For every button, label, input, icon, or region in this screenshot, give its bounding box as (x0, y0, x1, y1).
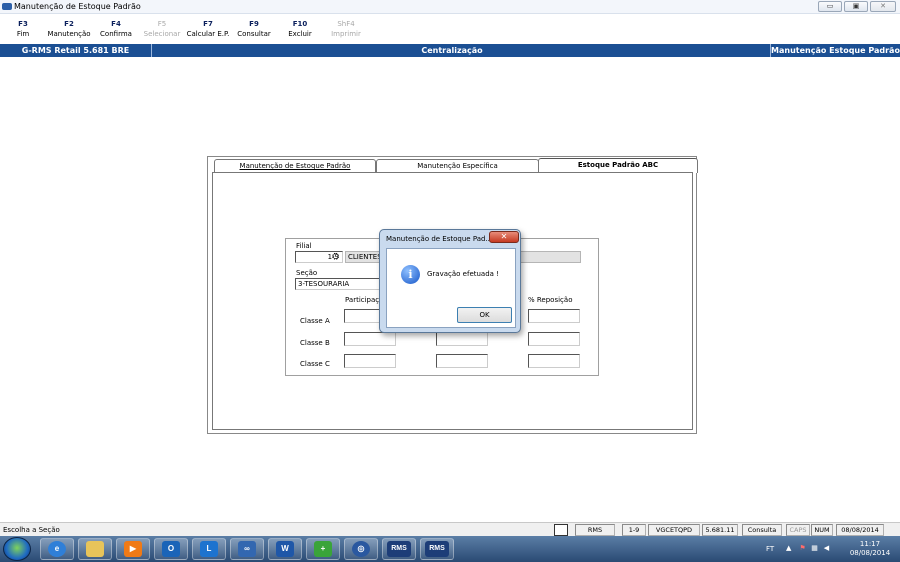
window-title-bar: Manutenção de Estoque Padrão ▭ ▣ ✕ (0, 0, 900, 14)
product-version: G-RMS Retail 5.681 BRE (0, 44, 152, 57)
status-program: VGCETQPD (648, 524, 700, 536)
lync-icon: L (200, 541, 218, 557)
status-num: NUM (811, 524, 833, 536)
taskbar-rms-1[interactable]: RMS (382, 538, 416, 560)
rms-icon: RMS (425, 541, 449, 557)
taskbar-lync[interactable]: L (192, 538, 226, 560)
status-system: RMS (575, 524, 615, 536)
selecionar-button[interactable]: F5 Selecionar (140, 19, 184, 39)
action-center-icon[interactable]: ⚑ (798, 544, 807, 552)
imprimir-button[interactable]: ShF4 Imprimir (326, 19, 366, 39)
classe-b-mid-input[interactable] (436, 332, 488, 346)
screen-name: Manutenção Estoque Padrão (770, 44, 900, 57)
tab-manutencao-especifica[interactable]: Manutenção Específica (376, 159, 539, 172)
status-caps: CAPS (786, 524, 810, 536)
filial-label: Filial (296, 242, 312, 250)
dialog-title: Manutenção de Estoque Pad... (386, 235, 493, 243)
globe-icon: ◎ (352, 541, 370, 557)
close-button[interactable]: ✕ (870, 1, 896, 12)
clock-time: 11:17 (859, 540, 881, 548)
language-indicator[interactable]: FT (766, 545, 774, 553)
minimize-button[interactable]: ▭ (818, 1, 842, 12)
show-hidden-icons[interactable]: ▲ (786, 544, 791, 552)
classe-a-label: Classe A (300, 317, 330, 325)
rms-icon: RMS (387, 541, 411, 557)
status-message: Escolha a Seção (3, 526, 60, 534)
dialog-message: Gravação efetuada ! (427, 270, 499, 278)
start-button[interactable] (3, 537, 31, 561)
classe-a-reposicao-input[interactable] (528, 309, 580, 323)
module-name: Centralização (421, 46, 483, 55)
folder-icon (86, 541, 104, 557)
classe-c-participacao-input[interactable] (344, 354, 396, 368)
taskbar-rms-2[interactable]: RMS (420, 538, 454, 560)
tab-estoque-padrao-abc[interactable]: Estoque Padrão ABC (538, 158, 698, 173)
tab-strip: Manutenção de Estoque Padrão Manutenção … (211, 158, 698, 173)
classe-c-label: Classe C (300, 360, 330, 368)
window-controls: ▭ ▣ ✕ (818, 1, 896, 12)
secao-label: Seção (296, 269, 318, 277)
taskbar: e ▶ O L ∞ W + ◎ RMS RMS FT ▲ ⚑ ▦ ◀ 11:17… (0, 536, 900, 562)
outlook-icon: O (162, 541, 180, 557)
taskbar-browser[interactable]: ◎ (344, 538, 378, 560)
calcular-ep-button[interactable]: F7 Calcular E.P. (184, 19, 232, 39)
ok-button[interactable]: OK (457, 307, 512, 323)
dialog-body: i Gravação efetuada ! OK (386, 248, 516, 328)
system-tray: FT ▲ ⚑ ▦ ◀ 11:17 08/08/2014 (760, 536, 900, 562)
binoculars-icon[interactable]: ⛭ (332, 252, 339, 262)
link-icon: ∞ (238, 541, 256, 557)
classe-b-label: Classe B (300, 339, 330, 347)
manutencao-button[interactable]: F2 Manutenção (44, 19, 94, 39)
info-icon: i (401, 265, 420, 284)
taskbar-media-player[interactable]: ▶ (116, 538, 150, 560)
document-icon (554, 524, 568, 536)
consultar-button[interactable]: F9 Consultar (234, 19, 274, 39)
excluir-button[interactable]: F10 Excluir (282, 19, 318, 39)
taskbar-explorer[interactable] (78, 538, 112, 560)
classe-c-mid-input[interactable] (436, 354, 488, 368)
ie-icon: e (48, 541, 66, 557)
classe-b-reposicao-input[interactable] (528, 332, 580, 346)
volume-icon[interactable]: ◀ (822, 544, 831, 552)
maximize-button[interactable]: ▣ (844, 1, 868, 12)
confirma-button[interactable]: F4 Confirma (96, 19, 136, 39)
plus-icon: + (314, 541, 332, 557)
taskbar-ie[interactable]: e (40, 538, 74, 560)
function-key-toolbar: F3 Fim F2 Manutenção F4 Confirma F5 Sele… (0, 14, 900, 44)
status-bar: Escolha a Seção RMS 1-9 VGCETQPD 5.681.1… (0, 522, 900, 536)
word-icon: W (276, 541, 294, 557)
status-mode: Consulta (742, 524, 782, 536)
taskbar-outlook[interactable]: O (154, 538, 188, 560)
play-icon: ▶ (124, 541, 142, 557)
window-title: Manutenção de Estoque Padrão (14, 2, 141, 11)
classe-c-reposicao-input[interactable] (528, 354, 580, 368)
clock[interactable]: 11:17 08/08/2014 (842, 540, 898, 558)
status-filial: 1-9 (622, 524, 646, 536)
message-dialog: Manutenção de Estoque Pad... ✕ i Gravaçã… (379, 229, 521, 333)
fim-button[interactable]: F3 Fim (6, 19, 40, 39)
status-date: 08/08/2014 (836, 524, 884, 536)
network-icon[interactable]: ▦ (810, 544, 819, 552)
taskbar-app[interactable]: + (306, 538, 340, 560)
clock-date: 08/08/2014 (849, 549, 891, 557)
taskbar-word[interactable]: W (268, 538, 302, 560)
tab-manutencao-estoque-padrao[interactable]: Manutenção de Estoque Padrão (214, 159, 376, 172)
classe-b-participacao-input[interactable] (344, 332, 396, 346)
reposicao-header: % Reposição (528, 296, 573, 304)
taskbar-pairing[interactable]: ∞ (230, 538, 264, 560)
dialog-close-button[interactable]: ✕ (489, 231, 519, 243)
app-icon (2, 3, 12, 10)
status-version: 5.681.11 (702, 524, 738, 536)
module-header: G-RMS Retail 5.681 BRE Centralização Man… (0, 44, 900, 57)
